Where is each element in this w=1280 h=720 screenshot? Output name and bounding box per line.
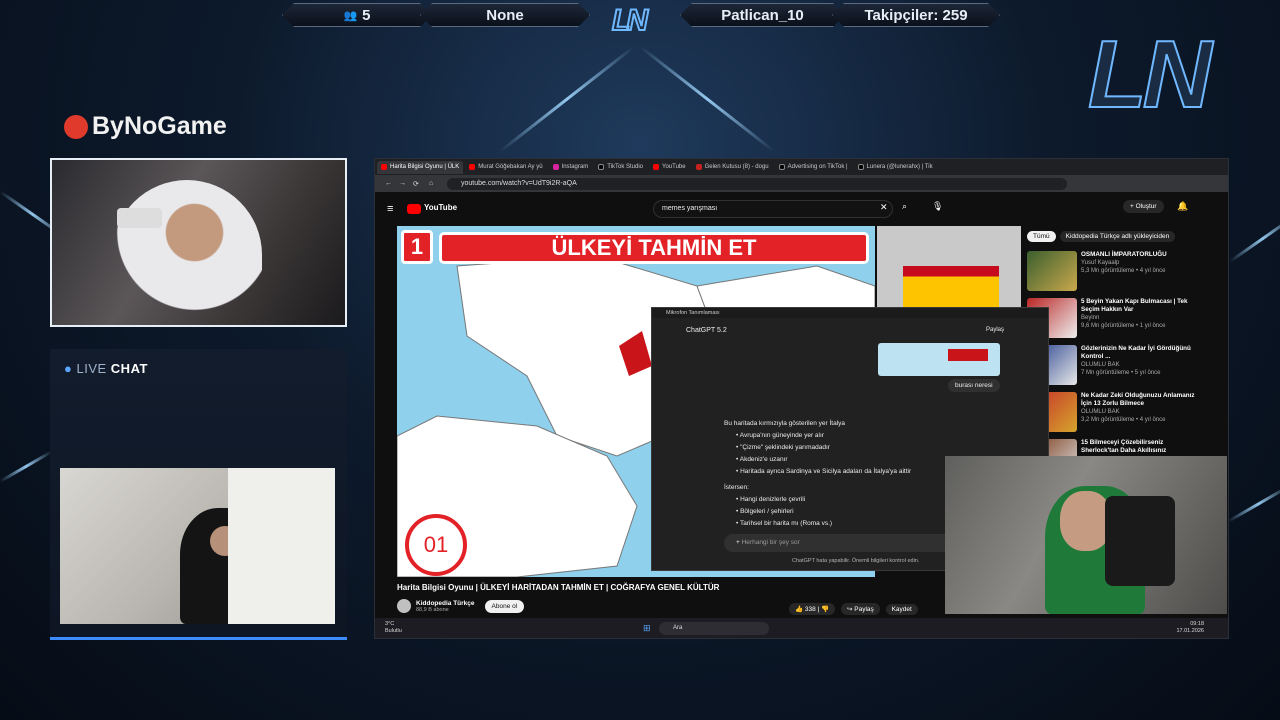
sponsor-name: ByNoGame <box>92 112 227 140</box>
suggested-video[interactable]: 5 Beyin Yakan Kapı Bulmacası | Tek Seçim… <box>1027 298 1197 342</box>
browser-tab[interactable]: Lunera (@lunerahx) | Tik <box>854 161 937 174</box>
window-title: Mikrofon Tanımlaması <box>652 308 1048 318</box>
clear-search-icon[interactable]: ✕ <box>880 202 888 213</box>
search-input[interactable]: memes yarışması <box>653 200 893 218</box>
channel-logo-small: LN <box>611 3 649 38</box>
windows-taskbar: 3°C Bulutlu ⊞ Ara 09:18 17.01.2026 <box>375 618 1228 638</box>
sponsor-logo: ByNoGame <box>64 112 227 141</box>
clock: 09:18 17.01.2026 <box>1176 621 1204 634</box>
streamer-webcam <box>50 158 347 327</box>
video-banner: ÜLKEYİ TAHMİN ET <box>439 232 869 264</box>
microphone <box>117 208 162 228</box>
response-bullet: • Avrupa'nın güneyinde yer alır <box>736 432 824 439</box>
filter-chips: Tümü Kiddopedia Türkçe adlı yükleyiciden <box>1027 231 1179 242</box>
microphone-icon[interactable]: 🎙 <box>932 201 943 212</box>
start-icon[interactable]: ⊞ <box>643 623 651 634</box>
search-icon[interactable]: ⌕ <box>902 201 907 212</box>
viewer-count-box: 👥 5 <box>282 3 432 27</box>
nav-back-icon[interactable]: ← <box>385 180 392 187</box>
guest-webcam-left <box>60 468 335 624</box>
suggested-video[interactable]: Ne Kadar Zeki Olduğunuzu Anlamanız İçin … <box>1027 392 1197 436</box>
disclaimer: ChatGPT hata yapabilir. Önemli bilgileri… <box>792 558 920 564</box>
menu-icon[interactable]: ≡ <box>387 203 393 215</box>
last-follower-box: None <box>420 3 590 27</box>
browser-tab[interactable]: Murat Göğebakan Ay yü <box>465 161 546 174</box>
door <box>228 468 335 624</box>
nav-forward-icon[interactable]: → <box>399 180 406 187</box>
weather-widget[interactable]: 3°C Bulutlu <box>385 621 402 635</box>
live-chat-title: ● LIVE CHAT <box>64 361 148 376</box>
subscribe-button[interactable]: Abone ol <box>484 599 525 613</box>
youtube-header: ≡ YouTube memes yarışması ✕ ⌕ 🎙 + Oluştu… <box>375 192 1228 226</box>
top-supporter: Patlican_10 <box>721 6 804 24</box>
browser-tab[interactable]: Gelen Kutusu (8) - dogu <box>692 161 773 174</box>
chip-all[interactable]: Tümü <box>1027 231 1056 242</box>
browser-tab[interactable]: Advertising on TikTok | <box>775 161 852 174</box>
home-icon[interactable]: ⌂ <box>429 180 433 187</box>
share-button[interactable]: ↪ Paylaş <box>840 603 880 615</box>
viewers-icon: 👥 <box>343 9 358 22</box>
notifications-icon[interactable]: 🔔 <box>1177 201 1188 212</box>
sponsor-icon <box>64 114 88 139</box>
italy-map-highlight <box>948 349 988 361</box>
suggested-video[interactable]: OSMANLI İMPARATORLUĞU Yusuf Kayaalp 5,3 Mn… <box>1027 251 1197 295</box>
video-thumbnail <box>1027 251 1077 291</box>
browser-tab[interactable]: TikTok Studio <box>594 161 647 174</box>
browser-tab[interactable]: Instagram <box>549 161 593 174</box>
youtube-wordmark[interactable]: YouTube <box>424 203 457 212</box>
viewer-count: 5 <box>362 6 371 24</box>
last-follower: None <box>486 6 524 24</box>
browser-tab[interactable]: YouTube <box>649 161 690 174</box>
create-button[interactable]: + Oluştur <box>1123 200 1164 213</box>
followers-label: Takipçiler: 259 <box>864 6 968 24</box>
browser-tab[interactable]: Harita Bilgisi Oyunu | ÜLK <box>377 160 464 174</box>
guest-webcam-right <box>945 456 1227 614</box>
save-button[interactable]: Kaydet <box>885 604 918 615</box>
model-selector[interactable]: ChatGPT 5.2 <box>686 327 727 334</box>
channel-row: Kiddopedia Türkçe 88,9 B abone Abone ol <box>397 599 525 613</box>
attached-image <box>878 343 1000 376</box>
channel-name[interactable]: Kiddopedia Türkçe <box>416 600 475 607</box>
streamer-figure <box>112 180 262 325</box>
channel-avatar[interactable] <box>397 599 411 613</box>
question-number: 1 <box>401 230 433 264</box>
youtube-logo-icon[interactable] <box>407 204 421 214</box>
top-supporter-box: Patlican_10 <box>680 3 845 27</box>
countdown-timer: 01 <box>405 514 467 576</box>
response-intro: Bu haritada kırmızıyla gösterilen yer İt… <box>724 420 846 427</box>
spain-flag <box>903 266 999 308</box>
share-chat-button[interactable]: Paylaş <box>986 327 1004 333</box>
chip-channel[interactable]: Kiddopedia Türkçe adlı yükleyiciden <box>1059 231 1176 242</box>
suggested-videos: OSMANLI İMPARATORLUĞU Yusuf Kayaalp 5,3 Mn… <box>1027 251 1197 486</box>
browser-tab-bar: Harita Bilgisi Oyunu | ÜLK Murat Göğebak… <box>375 159 1228 175</box>
video-actions: 👍 338 | 👎 ↪ Paylaş Kaydet <box>789 603 922 615</box>
address-bar: ← → ⟳ ⌂ youtube.com/watch?v=UdT9i2R-aQA <box>375 175 1228 192</box>
user-message: burası neresi <box>948 379 1000 392</box>
subscriber-count: 88,9 B abone <box>416 606 449 613</box>
followers-box: Takipçiler: 259 <box>832 3 1000 27</box>
gaming-chair <box>1105 496 1175 586</box>
channel-logo-large: LN <box>1087 20 1213 129</box>
response-bullet: • "Çizme" şeklindeki yarımadadır <box>736 444 830 451</box>
flag-panel <box>877 226 1021 308</box>
like-button[interactable]: 👍 338 | 👎 <box>789 603 836 615</box>
reload-icon[interactable]: ⟳ <box>413 180 419 188</box>
taskbar-search[interactable]: Ara <box>659 621 769 635</box>
url-input[interactable]: youtube.com/watch?v=UdT9i2R-aQA <box>447 177 1067 190</box>
video-title: Harita Bilgisi Oyunu | ÜLKEYİ HARİTADAN … <box>397 583 720 592</box>
suggested-video[interactable]: Gözlerinizin Ne Kadar İyi Gördüğünü Kont… <box>1027 345 1197 389</box>
